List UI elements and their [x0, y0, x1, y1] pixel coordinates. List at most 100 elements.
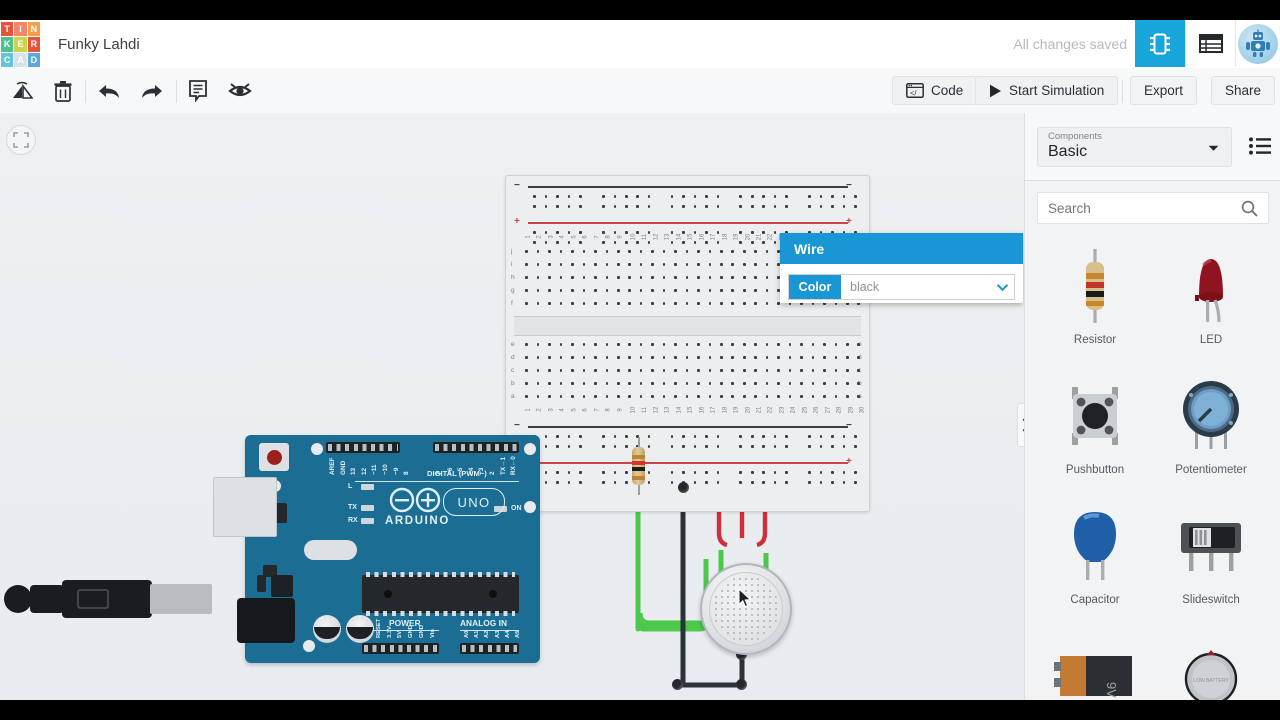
breadboard-hole[interactable] [694, 299, 703, 308]
breadboard-hole[interactable] [843, 353, 852, 362]
chevron-down-icon[interactable] [990, 275, 1014, 299]
breadboard-hole[interactable] [762, 379, 771, 388]
breadboard-hole[interactable] [545, 247, 554, 256]
breadboard-hole[interactable] [694, 392, 703, 401]
breadboard-hole[interactable] [751, 353, 760, 362]
breadboard-hole[interactable] [671, 247, 680, 256]
breadboard-hole[interactable] [579, 366, 588, 375]
wire-node[interactable] [672, 679, 683, 690]
reset-button[interactable] [259, 443, 289, 471]
breadboard-hole[interactable] [648, 340, 657, 349]
breadboard-hole[interactable] [728, 392, 737, 401]
breadboard-hole[interactable] [717, 247, 726, 256]
start-simulation-button[interactable]: Start Simulation [975, 76, 1119, 105]
breadboard-hole[interactable] [705, 273, 714, 282]
breadboard-hole[interactable] [740, 273, 749, 282]
breadboard-hole[interactable] [556, 273, 565, 282]
breadboard-hole[interactable] [556, 299, 565, 308]
breadboard-hole[interactable] [728, 379, 737, 388]
power-header[interactable] [362, 643, 439, 654]
components-category-select[interactable]: Components Basic [1037, 127, 1232, 167]
breadboard-hole[interactable] [637, 299, 646, 308]
breadboard-hole[interactable] [694, 247, 703, 256]
breadboard-hole[interactable] [759, 478, 768, 487]
breadboard-hole[interactable] [671, 286, 680, 295]
breadboard-hole[interactable] [625, 273, 634, 282]
breadboard-hole[interactable] [717, 340, 726, 349]
breadboard-hole[interactable] [751, 260, 760, 269]
breadboard-hole[interactable] [682, 353, 691, 362]
breadboard-hole[interactable] [762, 392, 771, 401]
breadboard-hole[interactable] [625, 353, 634, 362]
breadboard-hole[interactable] [533, 353, 542, 362]
breadboard-hole[interactable] [614, 353, 623, 362]
power-barrel-jack[interactable] [237, 598, 295, 643]
breadboard-hole[interactable] [682, 247, 691, 256]
breadboard-hole[interactable] [717, 260, 726, 269]
breadboard-hole[interactable] [659, 366, 668, 375]
share-button[interactable]: Share [1211, 76, 1276, 105]
breadboard-hole[interactable] [625, 340, 634, 349]
breadboard-hole[interactable] [533, 340, 542, 349]
breadboard-hole[interactable] [831, 366, 840, 375]
breadboard-hole[interactable] [591, 299, 600, 308]
breadboard-hole[interactable] [522, 286, 531, 295]
breadboard-hole[interactable] [762, 366, 771, 375]
breadboard-hole[interactable] [717, 379, 726, 388]
breadboard-hole[interactable] [705, 299, 714, 308]
breadboard-hole[interactable] [602, 260, 611, 269]
breadboard-hole[interactable] [805, 468, 814, 477]
breadboard-hole[interactable] [740, 260, 749, 269]
breadboard-hole[interactable] [568, 286, 577, 295]
breadboard-hole[interactable] [545, 340, 554, 349]
breadboard-hole[interactable] [705, 260, 714, 269]
breadboard-hole[interactable] [614, 392, 623, 401]
breadboard-hole[interactable] [762, 273, 771, 282]
breadboard-hole[interactable] [762, 260, 771, 269]
breadboard-hole[interactable] [637, 247, 646, 256]
breadboard-hole[interactable] [705, 366, 714, 375]
breadboard-hole[interactable] [694, 366, 703, 375]
breadboard-hole[interactable] [671, 260, 680, 269]
breadboard-hole[interactable] [843, 379, 852, 388]
breadboard-hole[interactable] [851, 468, 860, 477]
breadboard-hole[interactable] [579, 247, 588, 256]
breadboard-hole[interactable] [648, 247, 657, 256]
wire-color-row[interactable]: Color black [788, 274, 1015, 300]
breadboard-hole[interactable] [820, 366, 829, 375]
breadboard-hole[interactable] [522, 299, 531, 308]
breadboard-hole[interactable] [648, 392, 657, 401]
breadboard-hole[interactable] [694, 260, 703, 269]
breadboard-hole[interactable] [579, 379, 588, 388]
breadboard-hole[interactable] [591, 273, 600, 282]
breadboard-hole[interactable] [717, 366, 726, 375]
breadboard-hole[interactable] [774, 340, 783, 349]
breadboard-hole[interactable] [614, 366, 623, 375]
breadboard-hole[interactable] [591, 286, 600, 295]
breadboard-hole[interactable] [690, 468, 699, 477]
breadboard-hole[interactable] [579, 392, 588, 401]
breadboard-hole[interactable] [553, 478, 562, 487]
breadboard-hole[interactable] [637, 366, 646, 375]
breadboard-hole[interactable] [751, 366, 760, 375]
document-title[interactable]: Funky Lahdi [58, 20, 140, 68]
breadboard-hole[interactable] [648, 353, 657, 362]
breadboard-hole[interactable] [602, 366, 611, 375]
breadboard-hole[interactable] [797, 340, 806, 349]
circuit-canvas[interactable]: −−++123456789101112131415161718192021222… [0, 113, 1024, 700]
breadboard-hole[interactable] [782, 478, 791, 487]
breadboard-hole[interactable] [774, 353, 783, 362]
breadboard-hole[interactable] [545, 286, 554, 295]
redo-icon[interactable] [135, 75, 169, 107]
breadboard-hole[interactable] [671, 353, 680, 362]
breadboard-hole[interactable] [602, 299, 611, 308]
breadboard-hole[interactable] [797, 353, 806, 362]
breadboard-hole[interactable] [671, 273, 680, 282]
search-input[interactable] [1038, 199, 1241, 217]
breadboard-hole[interactable] [682, 392, 691, 401]
breadboard-hole[interactable] [545, 353, 554, 362]
breadboard-hole[interactable] [610, 468, 619, 477]
breadboard-hole[interactable] [808, 392, 817, 401]
component-search-box[interactable] [1037, 192, 1269, 224]
breadboard-hole[interactable] [854, 379, 863, 388]
